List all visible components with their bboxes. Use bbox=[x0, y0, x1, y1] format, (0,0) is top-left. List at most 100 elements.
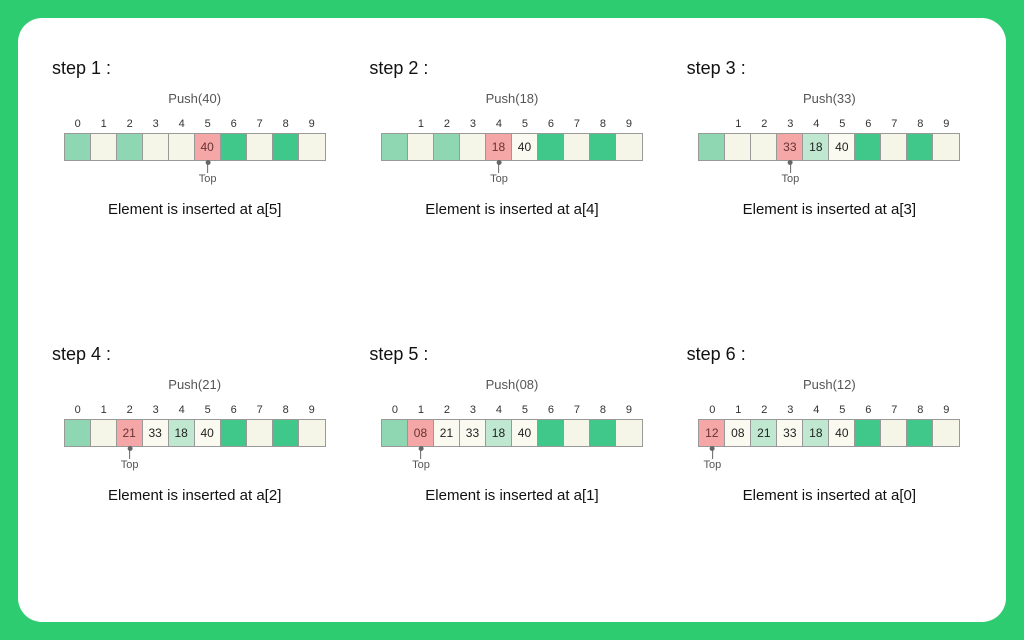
cell bbox=[91, 134, 117, 160]
insert-message: Element is inserted at a[1] bbox=[425, 487, 598, 504]
cell bbox=[855, 420, 881, 446]
index-row: 0123456789 bbox=[65, 404, 325, 416]
index-label: 0 bbox=[65, 404, 91, 416]
push-operation-label: Push(08) bbox=[486, 377, 539, 392]
insert-message: Element is inserted at a[2] bbox=[108, 487, 281, 504]
cell bbox=[616, 134, 642, 160]
step-1: step 1 :Push(40)012345678940TopElement i… bbox=[46, 58, 343, 316]
cell bbox=[564, 134, 590, 160]
diagram-card: step 1 :Push(40)012345678940TopElement i… bbox=[18, 18, 1006, 622]
cell: 40 bbox=[512, 134, 538, 160]
cell bbox=[382, 420, 408, 446]
cell bbox=[91, 420, 117, 446]
cell bbox=[143, 134, 169, 160]
cell bbox=[247, 134, 273, 160]
push-operation-label: Push(12) bbox=[803, 377, 856, 392]
insert-message: Element is inserted at a[5] bbox=[108, 201, 281, 218]
index-label: 5 bbox=[195, 404, 221, 416]
index-label: 9 bbox=[933, 404, 959, 416]
cell bbox=[564, 420, 590, 446]
index-label: 5 bbox=[195, 118, 221, 130]
step-4: step 4 :Push(21)012345678921331840TopEle… bbox=[46, 344, 343, 602]
cell bbox=[273, 134, 299, 160]
step-5: step 5 :Push(08)01234567890821331840TopE… bbox=[363, 344, 660, 602]
top-pointer: Top bbox=[412, 449, 430, 471]
index-label: 1 bbox=[408, 118, 434, 130]
cell bbox=[221, 134, 247, 160]
array-cells: 40 bbox=[64, 133, 326, 161]
index-label: 3 bbox=[143, 118, 169, 130]
index-label: 8 bbox=[273, 404, 299, 416]
cell bbox=[590, 134, 616, 160]
pointer-row: Top bbox=[382, 449, 642, 481]
top-pointer-label: Top bbox=[490, 173, 508, 185]
step-2: step 2 :Push(18)01234567891840TopElement… bbox=[363, 58, 660, 316]
cell: 33 bbox=[143, 420, 169, 446]
top-pointer-label: Top bbox=[121, 459, 139, 471]
step-title: step 1 : bbox=[52, 58, 111, 79]
pointer-row: Top bbox=[699, 163, 959, 195]
cell-top: 33 bbox=[777, 134, 803, 160]
index-label: 2 bbox=[434, 404, 460, 416]
index-label: 2 bbox=[751, 404, 777, 416]
index-label: 3 bbox=[460, 404, 486, 416]
insert-message: Element is inserted at a[4] bbox=[425, 201, 598, 218]
index-label: 3 bbox=[143, 404, 169, 416]
index-label: 6 bbox=[538, 118, 564, 130]
cell bbox=[933, 134, 959, 160]
index-label: 5 bbox=[512, 118, 538, 130]
cell-top: 40 bbox=[195, 134, 221, 160]
top-pointer: Top bbox=[199, 163, 217, 185]
index-label: 1 bbox=[725, 404, 751, 416]
index-label: 4 bbox=[169, 118, 195, 130]
cell: 40 bbox=[195, 420, 221, 446]
cell bbox=[751, 134, 777, 160]
index-row: 0123456789 bbox=[382, 404, 642, 416]
index-label: 2 bbox=[751, 118, 777, 130]
index-row: 0123456789 bbox=[65, 118, 325, 130]
cell bbox=[881, 134, 907, 160]
index-label: 6 bbox=[221, 118, 247, 130]
array-cells: 0821331840 bbox=[381, 419, 643, 447]
index-label: 9 bbox=[616, 118, 642, 130]
pointer-row: Top bbox=[65, 163, 325, 195]
cell-top: 21 bbox=[117, 420, 143, 446]
index-label: 3 bbox=[777, 404, 803, 416]
cell bbox=[881, 420, 907, 446]
index-label: 3 bbox=[777, 118, 803, 130]
index-label: 8 bbox=[907, 404, 933, 416]
index-label: 8 bbox=[907, 118, 933, 130]
cell bbox=[408, 134, 434, 160]
cell: 33 bbox=[460, 420, 486, 446]
cell bbox=[169, 134, 195, 160]
index-label: 6 bbox=[221, 404, 247, 416]
step-title: step 3 : bbox=[687, 58, 746, 79]
index-label: 4 bbox=[486, 404, 512, 416]
top-pointer: Top bbox=[703, 449, 721, 471]
index-label: 2 bbox=[117, 118, 143, 130]
index-label: 7 bbox=[247, 404, 273, 416]
index-label: 4 bbox=[169, 404, 195, 416]
index-row: 0123456789 bbox=[382, 118, 642, 130]
index-label: 7 bbox=[564, 404, 590, 416]
array-cells: 331840 bbox=[698, 133, 960, 161]
index-label: 4 bbox=[803, 404, 829, 416]
index-label: 2 bbox=[434, 118, 460, 130]
cell bbox=[538, 420, 564, 446]
index-label: 6 bbox=[855, 118, 881, 130]
index-label: 9 bbox=[933, 118, 959, 130]
step-3: step 3 :Push(33)0123456789331840TopEleme… bbox=[681, 58, 978, 316]
cell bbox=[725, 134, 751, 160]
index-label: 6 bbox=[855, 404, 881, 416]
index-label: 2 bbox=[117, 404, 143, 416]
steps-grid: step 1 :Push(40)012345678940TopElement i… bbox=[46, 58, 978, 602]
push-operation-label: Push(33) bbox=[803, 91, 856, 106]
cell bbox=[907, 134, 933, 160]
index-label: 0 bbox=[699, 404, 725, 416]
cell bbox=[855, 134, 881, 160]
top-pointer: Top bbox=[490, 163, 508, 185]
cell bbox=[221, 420, 247, 446]
index-label: 4 bbox=[486, 118, 512, 130]
step-title: step 4 : bbox=[52, 344, 111, 365]
index-label: 7 bbox=[881, 404, 907, 416]
